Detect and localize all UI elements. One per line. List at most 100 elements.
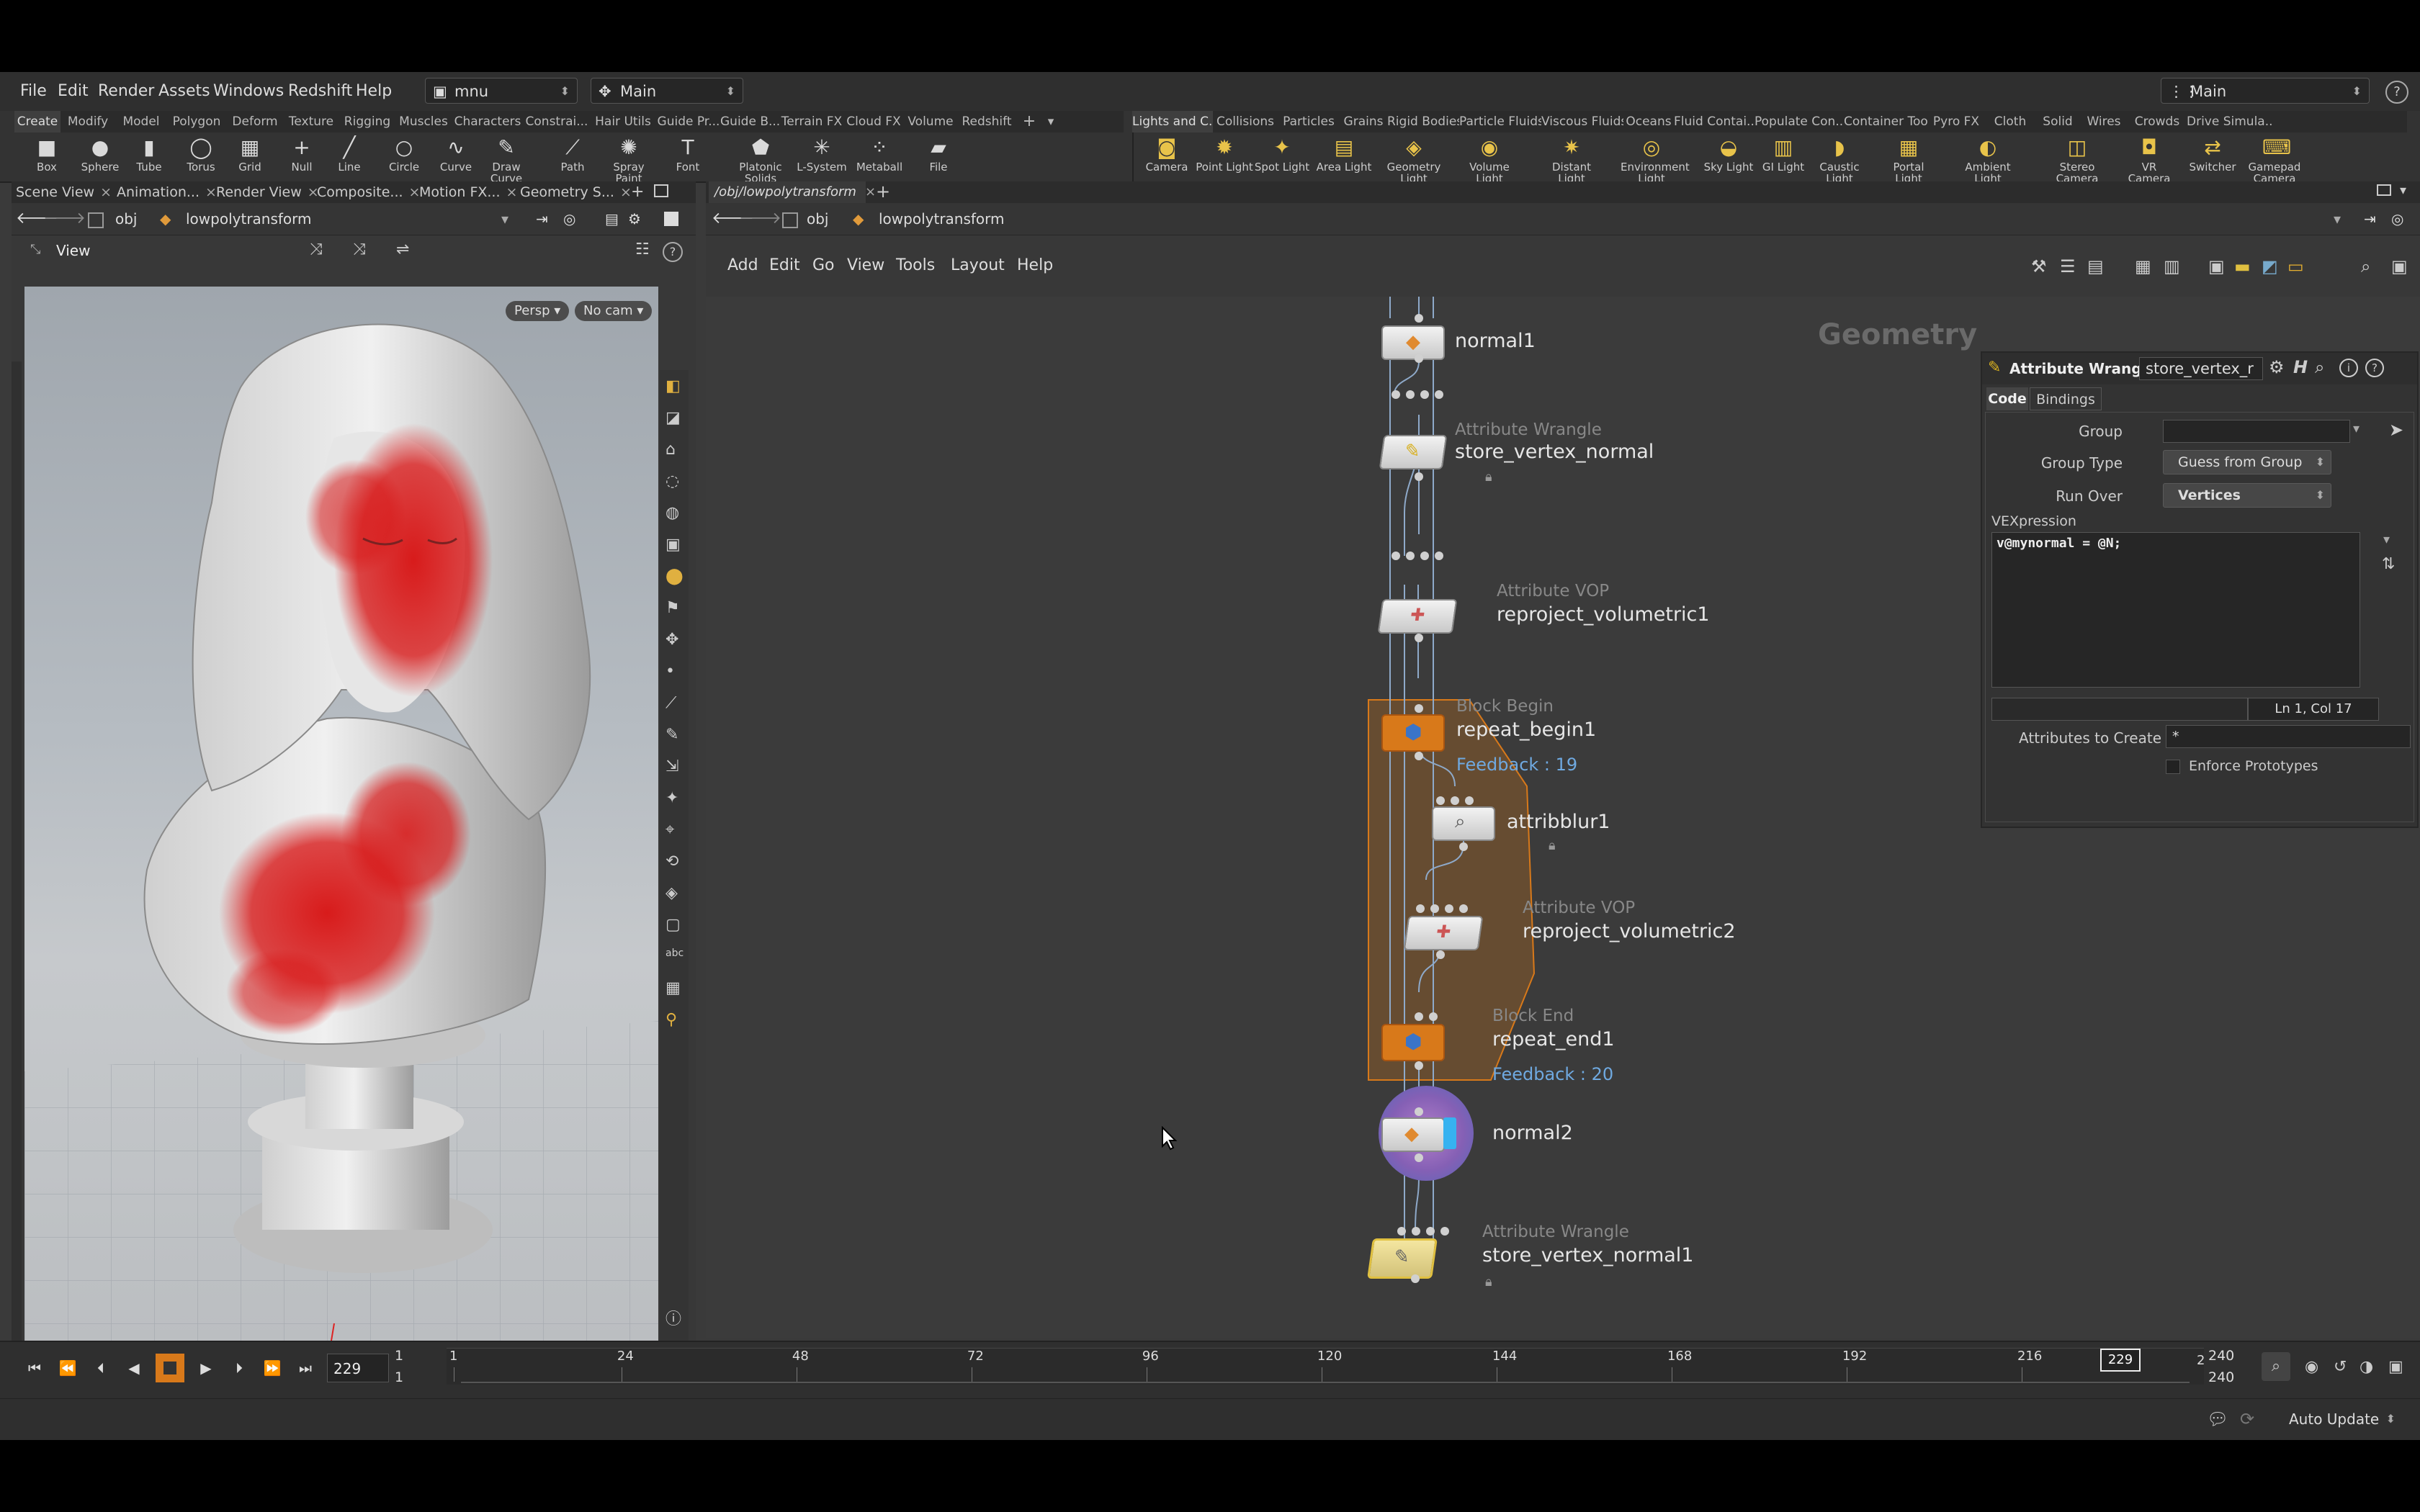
path-node[interactable]: lowpolytransform	[879, 209, 1005, 229]
tool-platonic-solids[interactable]: ⬟ Platonic Solids	[730, 135, 791, 184]
shelf-tab-fluid-contai[interactable]: Fluid Contai...	[1674, 111, 1754, 132]
connector-dot[interactable]	[1426, 1227, 1435, 1236]
tab-bindings[interactable]: Bindings	[2030, 387, 2102, 410]
refresh-icon[interactable]: ⟳	[2240, 1409, 2254, 1429]
connector-dot[interactable]	[1465, 796, 1474, 805]
pin-icon[interactable]: ⇥	[536, 209, 548, 229]
tool-area-light[interactable]: ▤ Area Light	[1315, 135, 1373, 180]
tool-ambient-light[interactable]: ◐ Ambient Light	[1959, 135, 2017, 184]
step-back-icon[interactable]: ⏴	[86, 1352, 115, 1384]
path-root[interactable]: obj	[807, 209, 829, 229]
start-frame-top[interactable]: 1	[395, 1348, 403, 1364]
node-repeat-begin1[interactable]: ⬢	[1381, 714, 1445, 752]
shelf-tab-characters[interactable]: Characters	[451, 111, 524, 132]
pane-menu-icon[interactable]: ▾	[2400, 183, 2406, 198]
select-geo-icon[interactable]: ⤨	[353, 240, 366, 258]
paint-icon[interactable]: ✦	[666, 789, 678, 807]
image-icon[interactable]: ▦	[666, 979, 681, 997]
connector-dot[interactable]	[1436, 950, 1445, 959]
edge-icon[interactable]: ⟋	[666, 694, 676, 712]
tool-point-light[interactable]: ✹ Point Light	[1196, 135, 1253, 180]
tab-code[interactable]: Code	[1986, 387, 2028, 410]
shelf-tab-deform[interactable]: Deform	[226, 111, 284, 132]
network-menu-edit[interactable]: Edit	[769, 256, 800, 274]
left-handle-strip[interactable]	[12, 361, 22, 1405]
node-reproject-volumetric2[interactable]: ✚	[1403, 916, 1484, 950]
node-attribblur1[interactable]: ⌕	[1432, 806, 1495, 841]
shelf-tab-volume[interactable]: Volume	[903, 111, 958, 132]
connector-dot[interactable]	[1412, 1227, 1420, 1236]
shelf-tab-model[interactable]: Model	[115, 111, 167, 132]
play-icon[interactable]: ▶	[192, 1352, 220, 1384]
menu-file[interactable]: File	[20, 72, 47, 111]
shelf-tab-constrai[interactable]: Constrai...	[524, 111, 589, 132]
connector-dot[interactable]	[1436, 796, 1445, 805]
connector-dot[interactable]	[1415, 704, 1423, 713]
start-frame-bottom[interactable]: 1	[395, 1369, 403, 1385]
keyframe-icon[interactable]: ◉	[2305, 1358, 2318, 1376]
connector-dot[interactable]	[1440, 1227, 1449, 1236]
display-options-icon[interactable]: ☷	[635, 240, 650, 258]
node-normal2[interactable]: ◆	[1381, 1117, 1445, 1152]
tool-tube[interactable]: ▮ Tube	[124, 135, 174, 180]
network-menu-layout[interactable]: Layout	[951, 256, 1005, 274]
stop-button[interactable]	[156, 1354, 184, 1382]
pane-tab-render-view[interactable]: Render View ×	[216, 181, 319, 203]
menu-windows[interactable]: Windows	[213, 72, 284, 111]
camera-button[interactable]: No cam ▾	[575, 301, 653, 321]
close-tab-icon[interactable]: ×	[506, 184, 518, 200]
shelf-tab-create[interactable]: Create	[14, 111, 60, 132]
light-icon[interactable]: ◍	[666, 504, 679, 522]
tools-icon[interactable]: ⚒	[2031, 256, 2047, 276]
connector-dot[interactable]	[1406, 552, 1415, 560]
tool-file[interactable]: ▰ File	[913, 135, 964, 180]
layout-icon[interactable]	[664, 212, 678, 226]
menu-redshift[interactable]: Redshift	[288, 72, 352, 111]
create-spare-params-icon[interactable]: ⇅	[2382, 555, 2395, 573]
add-tab-icon[interactable]: +	[631, 183, 644, 201]
tool-curve[interactable]: ∿ Curve	[431, 135, 481, 180]
loop-icon[interactable]: ↺	[2334, 1358, 2347, 1376]
grid-view-icon[interactable]: ▦	[2135, 256, 2151, 276]
perf-icon[interactable]: ⚙	[628, 209, 641, 229]
tool-font[interactable]: T Font	[663, 135, 713, 180]
shelf-tab-terrain-fx[interactable]: Terrain FX	[779, 111, 844, 132]
snap-icon[interactable]: ◧	[666, 377, 681, 395]
connector-dot[interactable]	[1416, 904, 1425, 913]
shelf-tab-texture[interactable]: Texture	[284, 111, 339, 132]
connector-dot[interactable]	[1415, 1153, 1423, 1162]
tool-sphere[interactable]: ● Sphere	[75, 135, 125, 180]
link-icon[interactable]: ◎	[563, 209, 575, 229]
shelf-tab-rigging[interactable]: Rigging	[339, 111, 396, 132]
shelf-tab-oceans[interactable]: Oceans	[1623, 111, 1674, 132]
tool-spray-paint[interactable]: ✺ Spray Paint	[604, 135, 654, 184]
maximize-pane-icon[interactable]	[2377, 184, 2391, 196]
tool-l-system[interactable]: ✳ L-System	[797, 135, 847, 180]
network-menu-tools[interactable]: Tools	[896, 256, 935, 274]
connector-dot[interactable]	[1445, 904, 1453, 913]
shelf-tab-lights-and-c[interactable]: Lights and C...	[1132, 111, 1213, 132]
shelf-tab-hair-utils[interactable]: Hair Utils	[589, 111, 657, 132]
desktop-dropdown[interactable]: ✥ Main ⬍	[591, 78, 743, 104]
shelf-tab-populate-con[interactable]: Populate Con...	[1754, 111, 1844, 132]
home-icon[interactable]: ⌂	[666, 441, 676, 459]
tool-switcher[interactable]: ⇄ Switcher	[2184, 135, 2241, 180]
tool-sky-light[interactable]: ◒ Sky Light	[1700, 135, 1757, 180]
update-mode-dropdown[interactable]: Auto Update ⬍	[2269, 1406, 2398, 1432]
connector-dot[interactable]	[1459, 842, 1468, 851]
shelf-tab-collisions[interactable]: Collisions	[1213, 111, 1278, 132]
connector-dot[interactable]	[1415, 1061, 1423, 1070]
pin-icon[interactable]: ⇥	[2364, 209, 2376, 229]
connector-dot[interactable]	[1459, 904, 1468, 913]
shelf-tab-crowds[interactable]: Crowds	[2128, 111, 2187, 132]
tool-geometry-light[interactable]: ◈ Geometry Light	[1383, 135, 1445, 184]
shelf-tab-cloud-fx[interactable]: Cloud FX	[844, 111, 903, 132]
point-icon[interactable]: •	[666, 662, 675, 680]
pane-tab-animation[interactable]: Animation... ×	[117, 181, 217, 203]
shelf-tab-modify[interactable]: Modify	[60, 111, 115, 132]
connector-dot[interactable]	[1429, 1012, 1438, 1021]
connector-dot[interactable]	[1415, 472, 1423, 481]
tile-view-icon[interactable]: ▥	[2164, 256, 2180, 276]
pin-icon[interactable]: ⚲	[666, 1011, 677, 1029]
text-icon[interactable]: abc	[666, 948, 684, 959]
